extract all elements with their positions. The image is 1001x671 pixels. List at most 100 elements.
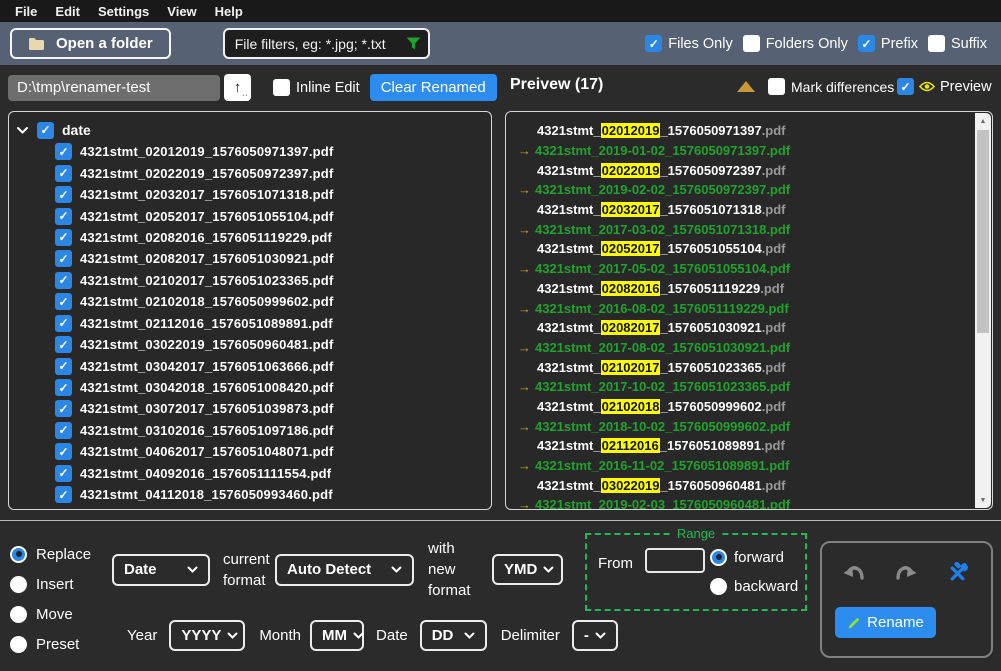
preview-original-row[interactable]: 4321stmt_02052017_1576051055104.pdf <box>515 239 992 259</box>
current-format-dropdown[interactable]: Auto Detect <box>275 554 414 586</box>
checkbox[interactable] <box>743 35 760 52</box>
preview-renamed-row[interactable]: →4321stmt_2017-03-02_1576051071318.pdf <box>515 219 992 239</box>
mode-radio[interactable]: Preset <box>10 634 91 654</box>
mark-differences-checkbox[interactable] <box>768 78 785 95</box>
file-row[interactable]: 4321stmt_02022019_1576050972397.pdf <box>16 162 491 183</box>
preview-checkbox[interactable] <box>897 78 914 95</box>
file-checkbox[interactable] <box>55 400 72 417</box>
file-checkbox[interactable] <box>55 165 72 182</box>
inline-edit-checkbox[interactable] <box>273 79 290 96</box>
file-row[interactable]: 4321stmt_02052017_1576051055104.pdf <box>16 205 491 226</box>
filter-funnel-icon[interactable] <box>406 37 421 50</box>
tree-root-row[interactable]: date <box>16 119 491 141</box>
preview-renamed-row[interactable]: →4321stmt_2018-10-02_1576050999602.pdf <box>515 416 992 436</box>
up-folder-button[interactable]: ↑ .. <box>224 74 251 101</box>
mode-radio[interactable]: Move <box>10 604 91 624</box>
file-checkbox[interactable] <box>55 443 72 460</box>
file-row[interactable]: 4321stmt_02012019_1576050971397.pdf <box>16 141 491 162</box>
date-part-dropdown[interactable]: - <box>572 620 618 651</box>
mark-differences-checkbox-group[interactable]: Mark differences <box>768 78 894 95</box>
file-checkbox[interactable] <box>55 143 72 160</box>
new-format-dropdown[interactable]: YMD <box>492 554 563 585</box>
toolbar-checkbox-group[interactable]: Folders Only <box>743 35 848 52</box>
toolbar-checkbox-group[interactable]: Files Only <box>645 35 732 52</box>
direction-radio[interactable]: backward <box>710 576 798 596</box>
scrollbar-thumb[interactable] <box>977 130 989 333</box>
folder-path-input[interactable] <box>8 75 220 101</box>
menu-item[interactable]: Edit <box>46 4 89 19</box>
file-row[interactable]: 4321stmt_04062017_1576051048071.pdf <box>16 441 491 462</box>
preview-original-row[interactable]: 4321stmt_02102018_1576050999602.pdf <box>515 397 992 417</box>
undo-icon[interactable] <box>842 564 866 583</box>
menu-item[interactable]: Settings <box>89 4 158 19</box>
radio-button[interactable] <box>710 578 727 595</box>
file-checkbox[interactable] <box>55 336 72 353</box>
file-row[interactable]: 4321stmt_04112018_1576050993460.pdf <box>16 484 491 505</box>
mode-radio[interactable]: Insert <box>10 574 91 594</box>
rule-type-dropdown[interactable]: Date <box>112 554 210 586</box>
radio-button[interactable] <box>10 546 27 563</box>
radio-button[interactable] <box>10 576 27 593</box>
radio-button[interactable] <box>710 549 727 566</box>
file-row[interactable]: 4321stmt_02082017_1576051030921.pdf <box>16 248 491 269</box>
preview-renamed-row[interactable]: →4321stmt_2017-10-02_1576051023365.pdf <box>515 377 992 397</box>
preview-original-row[interactable]: 4321stmt_02032017_1576051071318.pdf <box>515 200 992 220</box>
menu-item[interactable]: File <box>6 4 46 19</box>
preview-renamed-row[interactable]: →4321stmt_2016-11-02_1576051089891.pdf <box>515 456 992 476</box>
preview-renamed-row[interactable]: →4321stmt_2017-05-02_1576051055104.pdf <box>515 259 992 279</box>
file-row[interactable]: 4321stmt_03042017_1576051063666.pdf <box>16 355 491 376</box>
checkbox[interactable] <box>645 35 662 52</box>
file-row[interactable]: 4321stmt_04092016_1576051111554.pdf <box>16 463 491 484</box>
date-part-dropdown[interactable]: DD <box>420 620 487 651</box>
radio-button[interactable] <box>10 606 27 623</box>
file-row[interactable]: 4321stmt_03042018_1576051008420.pdf <box>16 377 491 398</box>
direction-radio[interactable]: forward <box>710 547 798 567</box>
file-checkbox[interactable] <box>55 208 72 225</box>
tree-root-checkbox[interactable] <box>37 122 54 139</box>
range-from-input[interactable] <box>645 548 705 573</box>
preview-original-row[interactable]: 4321stmt_02082016_1576051119229.pdf <box>515 279 992 299</box>
preview-scrollbar[interactable] <box>975 113 991 508</box>
clear-renamed-button[interactable]: Clear Renamed <box>370 74 497 101</box>
preview-original-row[interactable]: 4321stmt_02012019_1576050971397.pdf <box>515 121 992 141</box>
file-filters-input[interactable] <box>223 28 430 59</box>
preview-original-row[interactable]: 4321stmt_03022019_1576050960481.pdf <box>515 475 992 495</box>
scrollbar-up-icon[interactable] <box>975 113 991 129</box>
tools-icon[interactable] <box>946 562 969 585</box>
file-checkbox[interactable] <box>55 293 72 310</box>
menu-item[interactable]: Help <box>206 4 252 19</box>
preview-renamed-row[interactable]: →4321stmt_2019-02-03_1576050960481.pdf <box>515 495 992 510</box>
file-checkbox[interactable] <box>55 250 72 267</box>
collapse-triangle-icon[interactable] <box>737 81 755 92</box>
file-checkbox[interactable] <box>55 486 72 503</box>
file-checkbox[interactable] <box>55 229 72 246</box>
rename-button[interactable]: Rename <box>835 607 936 638</box>
preview-original-row[interactable]: 4321stmt_02112016_1576051089891.pdf <box>515 436 992 456</box>
mode-radio[interactable]: Replace <box>10 544 91 564</box>
toolbar-checkbox-group[interactable]: Prefix <box>858 35 918 52</box>
file-checkbox[interactable] <box>55 358 72 375</box>
checkbox[interactable] <box>928 35 945 52</box>
inline-edit-checkbox-group[interactable]: Inline Edit <box>273 79 360 96</box>
radio-button[interactable] <box>10 636 27 653</box>
preview-original-row[interactable]: 4321stmt_02022019_1576050972397.pdf <box>515 160 992 180</box>
redo-icon[interactable] <box>894 564 918 583</box>
file-row[interactable]: 4321stmt_03102016_1576051097186.pdf <box>16 420 491 441</box>
open-folder-button[interactable]: Open a folder <box>10 28 171 59</box>
date-part-dropdown[interactable]: YYYY <box>169 620 245 651</box>
file-checkbox[interactable] <box>55 315 72 332</box>
preview-original-row[interactable]: 4321stmt_02082017_1576051030921.pdf <box>515 318 992 338</box>
file-checkbox[interactable] <box>55 272 72 289</box>
preview-renamed-row[interactable]: →4321stmt_2017-08-02_1576051030921.pdf <box>515 338 992 358</box>
file-checkbox[interactable] <box>55 465 72 482</box>
file-checkbox[interactable] <box>55 379 72 396</box>
file-row[interactable]: 4321stmt_02082016_1576051119229.pdf <box>16 227 491 248</box>
file-checkbox[interactable] <box>55 422 72 439</box>
file-row[interactable]: 4321stmt_02032017_1576051071318.pdf <box>16 184 491 205</box>
file-row[interactable]: 4321stmt_03072017_1576051039873.pdf <box>16 398 491 419</box>
preview-renamed-row[interactable]: →4321stmt_2019-01-02_1576050971397.pdf <box>515 141 992 161</box>
file-row[interactable]: 4321stmt_02102017_1576051023365.pdf <box>16 270 491 291</box>
menu-item[interactable]: View <box>158 4 205 19</box>
scrollbar-down-icon[interactable] <box>975 492 991 508</box>
preview-renamed-row[interactable]: →4321stmt_2016-08-02_1576051119229.pdf <box>515 298 992 318</box>
